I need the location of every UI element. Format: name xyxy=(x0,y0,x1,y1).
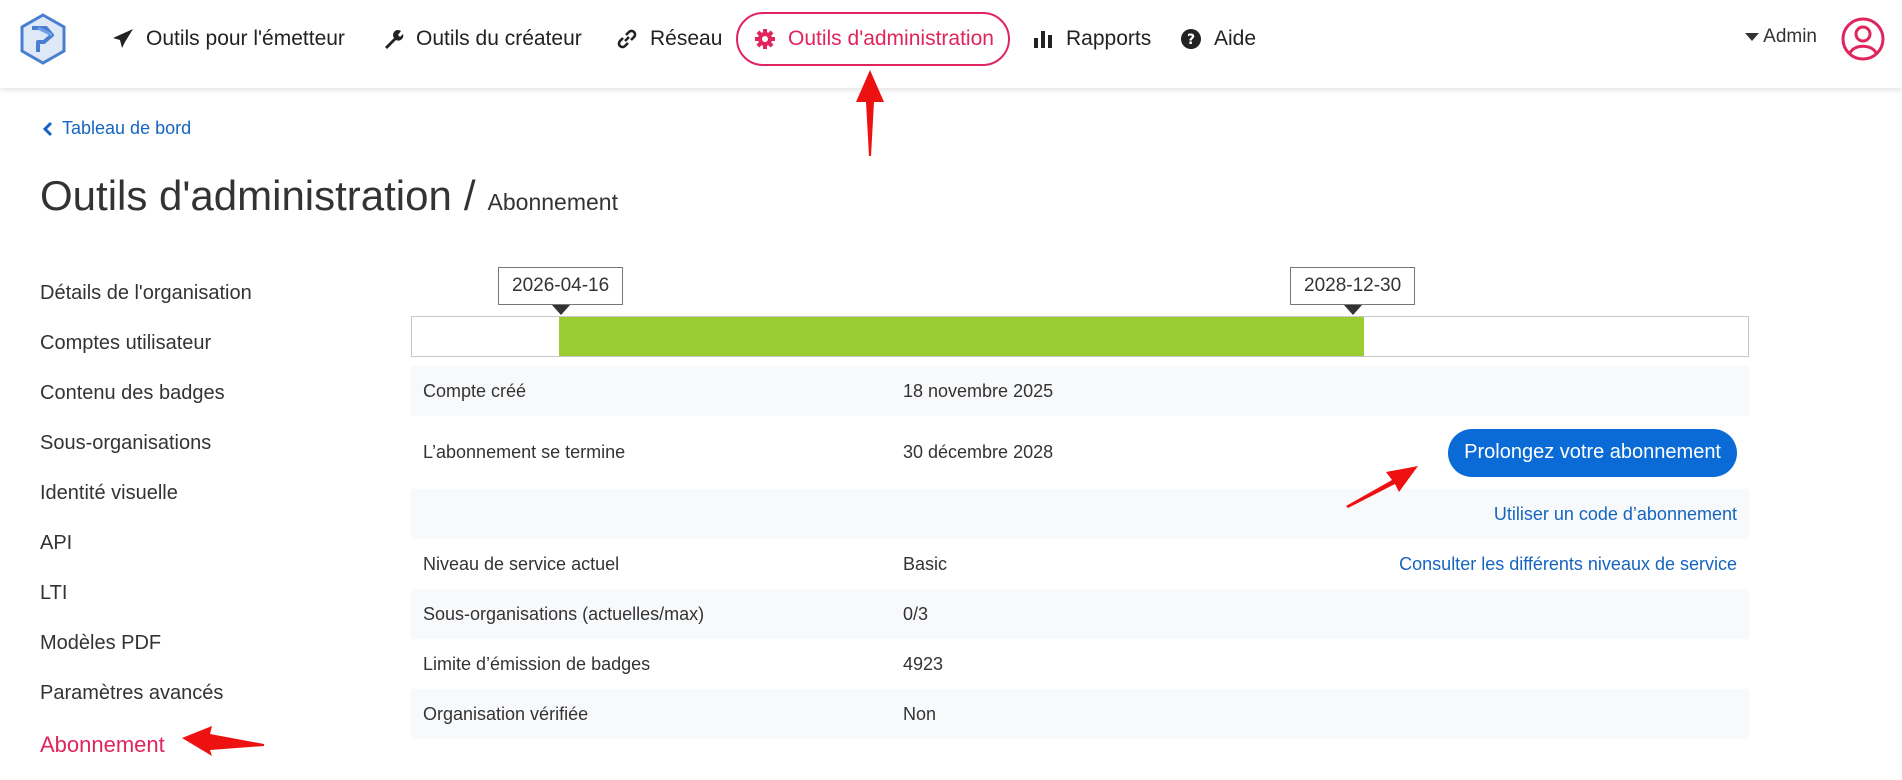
subscription-period-bar xyxy=(559,317,1364,356)
row-label: Limite d’émission de badges xyxy=(423,653,651,674)
service-levels-link[interactable]: Consulter les différents niveaux de serv… xyxy=(1399,554,1737,575)
table-row: Limite d’émission de badges 4923 xyxy=(411,639,1749,689)
row-value: 18 novembre 2025 xyxy=(903,380,1054,401)
breadcrumb-label: Tableau de bord xyxy=(62,118,192,138)
table-row: Compte créé 18 novembre 2025 xyxy=(411,366,1749,416)
gear-icon xyxy=(752,26,778,52)
breadcrumb-back-link[interactable]: Tableau de bord xyxy=(42,118,191,139)
row-label: Compte créé xyxy=(423,380,527,401)
page-title: Outils d'administration / Abonnement xyxy=(40,172,618,220)
top-navigation: Outils pour l'émetteur Outils du créateu… xyxy=(0,0,1902,88)
sidebar-item-pdf-templates[interactable]: Modèles PDF xyxy=(40,618,360,668)
row-value: 30 décembre 2028 xyxy=(903,442,1054,462)
app-logo-icon[interactable] xyxy=(18,12,68,66)
use-subscription-code-link[interactable]: Utiliser un code d’abonnement xyxy=(1494,504,1737,525)
row-label: L’abonnement se termine xyxy=(423,442,626,462)
sidebar-item-organization-details[interactable]: Détails de l'organisation xyxy=(40,268,360,318)
row-value: 4923 xyxy=(903,653,944,674)
svg-text:?: ? xyxy=(1187,32,1195,48)
wrench-icon xyxy=(380,26,406,52)
extend-subscription-button[interactable]: Prolongez votre abonnement xyxy=(1448,428,1737,477)
chevron-left-icon xyxy=(42,121,54,137)
row-value: Non xyxy=(903,703,937,724)
nav-network[interactable]: Réseau xyxy=(614,12,722,66)
nav-help[interactable]: ? Aide xyxy=(1178,12,1256,66)
table-row: Sous-organisations (actuelles/max) 0/3 xyxy=(411,589,1749,639)
question-circle-icon: ? xyxy=(1178,26,1204,52)
sidebar-item-api[interactable]: API xyxy=(40,518,360,568)
row-value: Basic xyxy=(903,553,948,574)
timeline-end-date: 2028-12-30 xyxy=(1290,267,1416,305)
nav-label: Outils d'administration xyxy=(788,27,994,50)
row-label: Organisation vérifiée xyxy=(423,703,589,724)
page-title-sub: Abonnement xyxy=(487,189,618,215)
user-avatar-icon[interactable] xyxy=(1840,16,1886,62)
table-row: Utiliser un code d’abonnement xyxy=(411,489,1749,539)
table-row: L’abonnement se termine 30 décembre 2028… xyxy=(411,416,1749,489)
caret-down-icon xyxy=(1745,33,1760,41)
nav-label: Aide xyxy=(1214,27,1257,50)
nav-label: Outils du créateur xyxy=(416,27,582,50)
subscription-info-table: Compte créé 18 novembre 2025 L’abonnemen… xyxy=(411,366,1749,739)
link-icon xyxy=(614,26,640,52)
nav-admin-tools[interactable]: Outils d'administration xyxy=(736,12,1010,66)
sidebar-item-user-accounts[interactable]: Comptes utilisateur xyxy=(40,318,360,368)
sidebar-item-badge-content[interactable]: Contenu des badges xyxy=(40,368,360,418)
user-menu[interactable]: Admin xyxy=(1745,26,1817,48)
page-title-main: Outils d'administration xyxy=(40,172,452,219)
sidebar-item-sub-organizations[interactable]: Sous-organisations xyxy=(40,418,360,468)
paper-plane-icon xyxy=(110,26,136,52)
sidebar-item-visual-identity[interactable]: Identité visuelle xyxy=(40,468,360,518)
nav-issuer-tools[interactable]: Outils pour l'émetteur xyxy=(110,12,345,66)
nav-label: Outils pour l'émetteur xyxy=(146,27,345,50)
admin-sidebar: Détails de l'organisation Comptes utilis… xyxy=(40,268,360,770)
sidebar-item-advanced-settings[interactable]: Paramètres avancés xyxy=(40,668,360,718)
table-row: Niveau de service actuel Basic Consulter… xyxy=(411,539,1749,589)
row-label: Sous-organisations (actuelles/max) xyxy=(423,603,705,624)
nav-label: Réseau xyxy=(650,27,723,50)
nav-reports[interactable]: Rapports xyxy=(1030,12,1151,66)
subscription-timeline xyxy=(411,316,1749,357)
bar-chart-icon xyxy=(1030,26,1056,52)
user-menu-label: Admin xyxy=(1763,26,1817,47)
row-value: 0/3 xyxy=(903,603,929,624)
row-label: Niveau de service actuel xyxy=(423,553,620,574)
sidebar-item-lti[interactable]: LTI xyxy=(40,568,360,618)
nav-creator-tools[interactable]: Outils du créateur xyxy=(380,12,582,66)
table-row: Organisation vérifiée Non xyxy=(411,689,1749,739)
page-title-separator: / xyxy=(463,172,476,219)
timeline-start-date: 2026-04-16 xyxy=(498,267,624,305)
sidebar-item-subscription[interactable]: Abonnement xyxy=(40,720,360,770)
nav-label: Rapports xyxy=(1066,27,1152,50)
